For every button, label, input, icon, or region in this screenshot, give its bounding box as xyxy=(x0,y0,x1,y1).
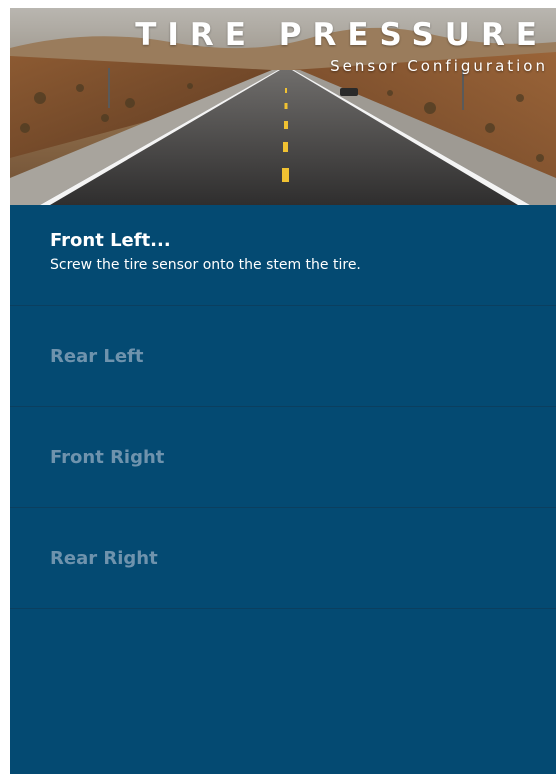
sensor-label: Front Right xyxy=(50,447,165,468)
header-hero: TIRE PRESSURE Sensor Configuration xyxy=(10,8,556,205)
sensor-item-front-right[interactable]: Front Right xyxy=(10,407,556,508)
sensor-label: Rear Left xyxy=(50,346,144,367)
sensor-label: Front Left... xyxy=(50,230,171,251)
tire-pressure-screen: TIRE PRESSURE Sensor Configuration Front… xyxy=(10,8,556,774)
app-title: TIRE PRESSURE xyxy=(135,17,548,53)
sensor-label: Rear Right xyxy=(50,548,158,569)
sensor-item-rear-right[interactable]: Rear Right xyxy=(10,508,556,609)
sensor-instruction: Screw the tire sensor onto the stem the … xyxy=(50,257,361,273)
sensor-item-rear-left[interactable]: Rear Left xyxy=(10,306,556,407)
sensor-item-front-left[interactable]: Front Left... Screw the tire sensor onto… xyxy=(10,205,556,306)
sensor-list: Front Left... Screw the tire sensor onto… xyxy=(10,205,556,609)
app-subtitle: Sensor Configuration xyxy=(330,57,548,75)
